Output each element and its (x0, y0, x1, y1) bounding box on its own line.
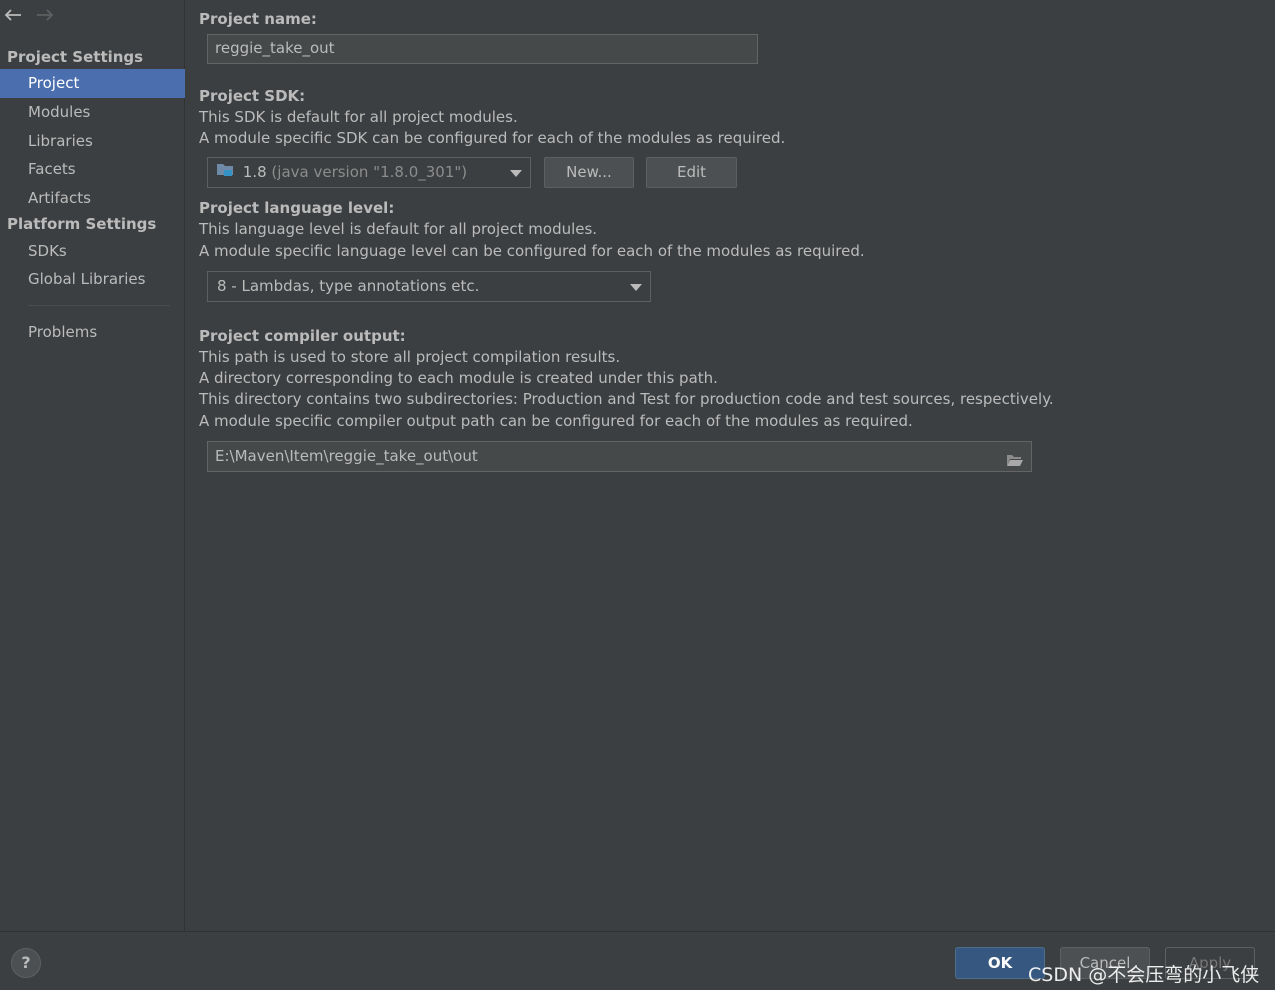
sdk-description-1: This SDK is default for all project modu… (199, 108, 518, 126)
language-level-select[interactable]: 8 - Lambdas, type annotations etc. (207, 271, 651, 302)
sidebar-item-project[interactable]: Project (0, 69, 185, 98)
compiler-output-field[interactable]: E:\Maven\Item\reggie_take_out\out (207, 441, 1032, 472)
main-panel: Project name: reggie_take_out Project SD… (186, 0, 1275, 931)
sidebar-item-libraries[interactable]: Libraries (0, 127, 185, 156)
browse-folder-icon[interactable] (1006, 449, 1024, 478)
output-description-3: This directory contains two subdirectori… (199, 390, 1054, 408)
sidebar: Project Settings Project Modules Librari… (0, 0, 185, 931)
back-arrow-icon[interactable] (4, 8, 22, 22)
watermark: CSDN @不会压弯的小飞侠 (1028, 964, 1260, 986)
sdk-description-2: A module specific SDK can be configured … (199, 129, 786, 147)
sidebar-item-artifacts[interactable]: Artifacts (0, 184, 185, 213)
project-settings-header: Project Settings (7, 48, 144, 66)
chevron-down-icon (510, 170, 522, 177)
dialog-footer: ? OK Cancel Apply CSDN @不会压弯的小飞侠 (0, 931, 1275, 990)
language-level-value: 8 - Lambdas, type annotations etc. (217, 277, 480, 295)
sdk-folder-icon (216, 158, 234, 187)
nav-arrows (4, 8, 54, 22)
sidebar-item-facets[interactable]: Facets (0, 155, 185, 184)
sdk-version: 1.8 (242, 163, 267, 181)
project-name-input[interactable]: reggie_take_out (207, 34, 758, 64)
language-description-1: This language level is default for all p… (199, 220, 598, 238)
sdk-java-version: (java version "1.8.0_301") (271, 163, 468, 181)
help-button[interactable]: ? (11, 948, 41, 978)
project-sdk-label: Project SDK: (199, 87, 306, 105)
platform-settings-header: Platform Settings (7, 215, 157, 233)
sdk-select[interactable]: 1.8 (java version "1.8.0_301") (207, 157, 531, 188)
output-description-2: A directory corresponding to each module… (199, 369, 718, 387)
sidebar-item-global-libraries[interactable]: Global Libraries (0, 265, 185, 294)
project-name-label: Project name: (199, 10, 317, 28)
output-description-1: This path is used to store all project c… (199, 348, 621, 366)
sidebar-item-problems[interactable]: Problems (0, 318, 185, 347)
compiler-output-path: E:\Maven\Item\reggie_take_out\out (215, 447, 478, 465)
compiler-output-label: Project compiler output: (199, 327, 406, 345)
forward-arrow-icon[interactable] (36, 8, 54, 22)
language-level-label: Project language level: (199, 199, 395, 217)
language-description-2: A module specific language level can be … (199, 242, 865, 260)
sidebar-item-sdks[interactable]: SDKs (0, 237, 185, 266)
output-description-4: A module specific compiler output path c… (199, 412, 913, 430)
sidebar-item-modules[interactable]: Modules (0, 98, 185, 127)
sidebar-divider (28, 305, 170, 306)
sdk-new-button[interactable]: New... (544, 157, 634, 188)
sdk-edit-button[interactable]: Edit (646, 157, 737, 188)
chevron-down-icon (630, 284, 642, 291)
